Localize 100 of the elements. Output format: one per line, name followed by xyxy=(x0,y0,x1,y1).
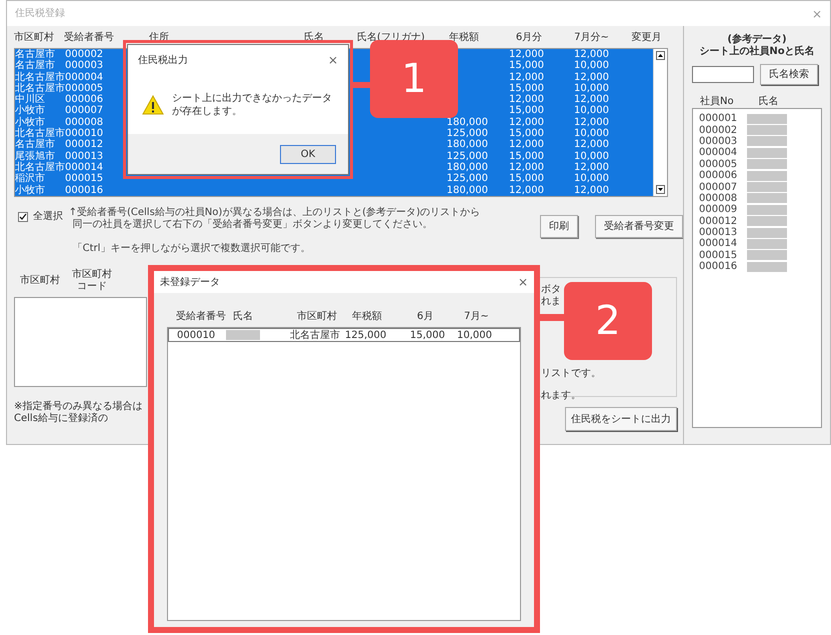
table-cell: 小牧市 xyxy=(15,105,45,116)
table-cell: 稲沢市 xyxy=(15,173,45,184)
column-header: 市区町村 xyxy=(297,310,338,324)
employee-number: 000004 xyxy=(699,147,738,158)
table-cell: 000012 xyxy=(65,139,104,150)
table-cell-text: 000010 xyxy=(177,330,216,340)
employee-number: 000015 xyxy=(699,250,738,261)
table-cell: 000005 xyxy=(65,82,104,94)
group-text: リストです。 xyxy=(541,368,601,380)
employee-number: 000001 xyxy=(699,113,738,124)
column-header: 氏名 xyxy=(233,310,254,324)
note-text: Cells給与に登録済の xyxy=(14,413,109,425)
group-text: れます。 xyxy=(541,390,581,402)
column-header: 受給者番号 xyxy=(64,30,115,44)
table-cell: 12,000 xyxy=(574,49,609,60)
table-cell: 北名古屋市 xyxy=(15,72,65,83)
table-cell: 12,000 xyxy=(509,94,544,106)
table-cell: 10,000 xyxy=(574,173,609,184)
table-cell: 000014 xyxy=(65,162,104,173)
table-cell: 000006 xyxy=(65,94,104,106)
dialog-message: シート上に出力できなかったデータが存在します。 xyxy=(172,92,333,118)
table-cell: 名古屋市 xyxy=(15,60,55,72)
employee-number: 000014 xyxy=(699,238,738,250)
table-cell: 北名古屋市 xyxy=(15,128,65,140)
table-cell-text: 15,000 xyxy=(410,330,446,340)
table-cell: 000015 xyxy=(65,173,104,184)
table-cell: 名古屋市 xyxy=(15,139,55,150)
table-cell: 000003 xyxy=(65,60,104,72)
table-cell: 15,000 xyxy=(509,173,544,184)
panel-title: シート上の社員Noと氏名 xyxy=(699,46,815,58)
table-cell: 12,000 xyxy=(509,116,544,128)
column-header: 市区町村 xyxy=(20,275,60,287)
table-cell: 000002 xyxy=(65,49,104,60)
employee-number: 000007 xyxy=(699,182,738,193)
callout-badge: 2 xyxy=(564,282,652,360)
table-cell: 000004 xyxy=(65,72,104,83)
column-header: 年税額 xyxy=(352,310,383,324)
table-cell: 000010 xyxy=(65,128,104,140)
column-header: 6月分 xyxy=(514,30,544,44)
group-text: れま xyxy=(541,296,561,308)
table-cell: 15,000 xyxy=(509,105,544,116)
column-header: 7月分~ xyxy=(573,30,610,44)
table-cell: 10,000 xyxy=(574,128,609,140)
checkbox-label: 全選択 xyxy=(33,211,63,223)
note-text: 「Ctrl」キーを押しながら選択で複数選択可能です。 xyxy=(72,243,312,255)
table-cell: 12,000 xyxy=(574,184,609,196)
table-cell: 180,000 xyxy=(446,162,488,173)
employee-number: 000013 xyxy=(699,227,738,238)
table-cell: 小牧市 xyxy=(15,184,45,196)
table-cell: 12,000 xyxy=(574,94,609,106)
table-cell: 12,000 xyxy=(509,139,544,150)
callout-badge: 1 xyxy=(370,40,458,118)
column-header: 受給者番号 xyxy=(176,310,227,324)
table-cell: 180,000 xyxy=(446,184,488,196)
table-cell: 北名古屋市 xyxy=(15,162,65,173)
dialog-title: 未登録データ xyxy=(160,276,220,290)
employee-number: 000006 xyxy=(699,170,738,182)
table-cell: 12,000 xyxy=(509,184,544,196)
column-header: 社員No xyxy=(700,94,734,108)
table-cell: 10,000 xyxy=(574,150,609,162)
column-header: 市区町村 xyxy=(14,30,55,44)
table-cell: 12,000 xyxy=(574,116,609,128)
note-text: 同一の社員を選択して右下の「受給者番号変更」ボタンより変更してください。 xyxy=(72,219,434,231)
table-cell: 125,000 xyxy=(446,128,488,140)
note-text: ↑受給者番号(Cells給与の社員No)が異なる場合は、上のリストと(参考データ)のリストから xyxy=(68,207,482,218)
employee-number: 000012 xyxy=(699,216,738,227)
column-header: 7月~ xyxy=(464,310,490,324)
employee-number: 000003 xyxy=(699,136,738,147)
employee-number: 000005 xyxy=(699,158,738,170)
table-cell: 000008 xyxy=(65,116,104,128)
table-cell: 12,000 xyxy=(574,72,609,83)
table-cell-text: 125,000 xyxy=(345,330,388,340)
table-cell: 180,000 xyxy=(446,116,488,128)
employee-number: 000016 xyxy=(699,261,738,272)
column-header: 市区町村コード xyxy=(72,269,112,293)
table-cell: 12,000 xyxy=(509,162,544,173)
window-title: 住民税登録 xyxy=(15,6,65,21)
table-cell: 12,000 xyxy=(509,72,544,83)
employee-number: 000002 xyxy=(699,124,738,136)
table-cell: 12,000 xyxy=(574,139,609,150)
table-cell: 15,000 xyxy=(509,150,544,162)
table-cell: 180,000 xyxy=(446,139,488,150)
column-header: 氏名 xyxy=(758,94,779,108)
table-cell: 15,000 xyxy=(509,82,544,94)
table-cell: 15,000 xyxy=(509,60,544,72)
table-cell: 125,000 xyxy=(446,173,488,184)
column-header: 6月 xyxy=(417,310,434,324)
employee-number: 000009 xyxy=(699,204,738,216)
table-cell: 000007 xyxy=(65,105,104,116)
table-cell: 125,000 xyxy=(446,150,488,162)
table-cell: 000013 xyxy=(65,150,104,162)
table-cell: 10,000 xyxy=(574,60,609,72)
dialog-title: 住民税出力 xyxy=(138,54,188,68)
table-cell-text: 北名古屋市 xyxy=(290,330,341,340)
column-header: 変更月 xyxy=(630,30,662,44)
employee-number: 000008 xyxy=(699,192,738,204)
table-cell: 10,000 xyxy=(574,105,609,116)
table-cell: 10,000 xyxy=(574,82,609,94)
table-cell: 小牧市 xyxy=(15,116,45,128)
table-cell-text: 10,000 xyxy=(457,330,493,340)
